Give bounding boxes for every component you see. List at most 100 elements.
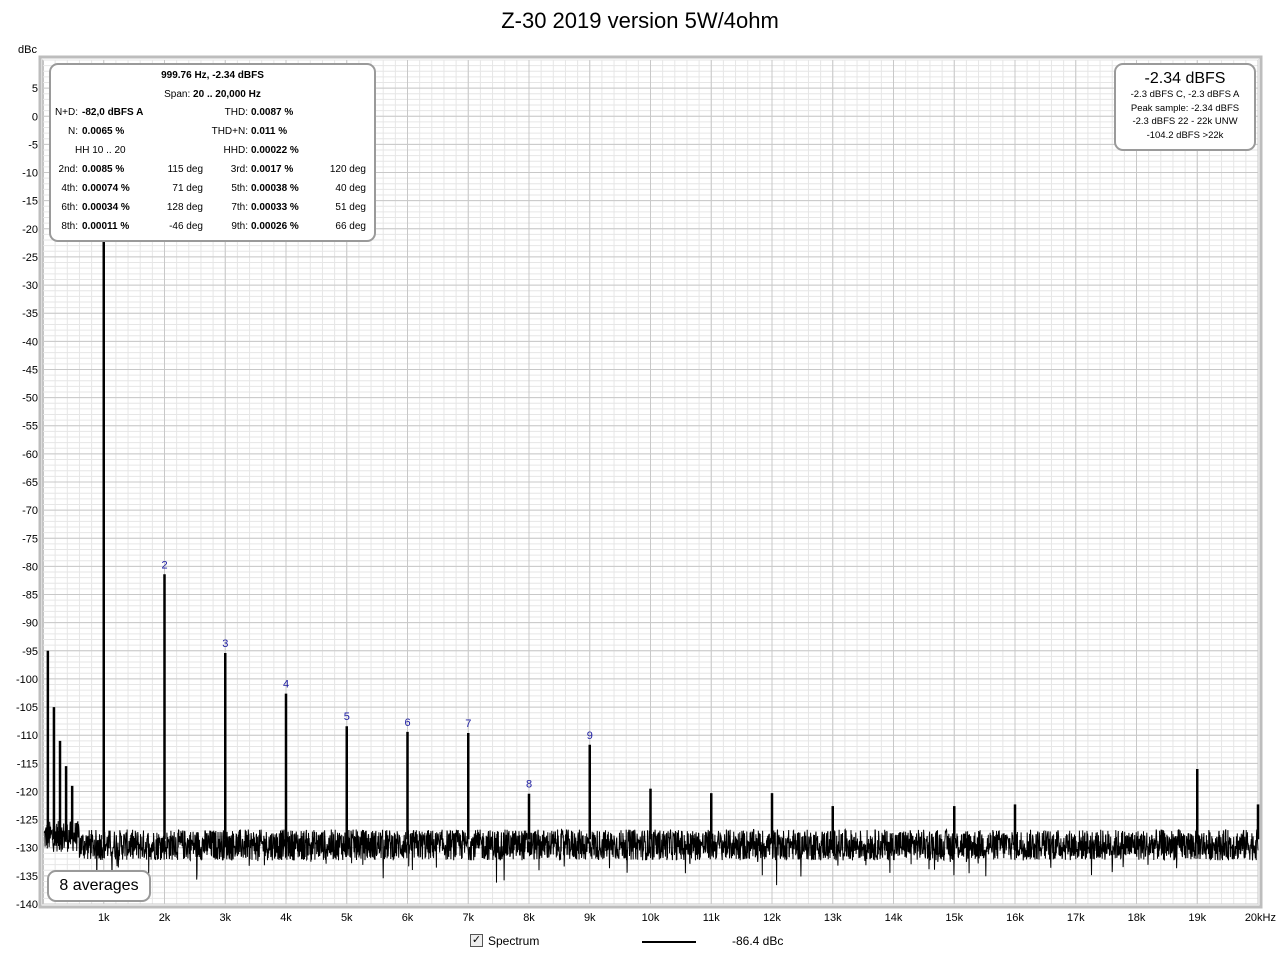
y-tick-label: 5	[32, 83, 38, 95]
legend: ✓ Spectrum -86.4 dBc	[470, 932, 870, 952]
x-tick-label: 12k	[763, 912, 781, 924]
x-tick-label: 4k	[280, 912, 292, 924]
y-tick-label: -120	[16, 786, 38, 798]
harmonic-marker-label: 6	[404, 717, 410, 729]
harmonic-value: 0.0017 %	[251, 164, 294, 175]
harmonic-marker-label: 2	[161, 559, 167, 571]
y-tick-label: -50	[22, 393, 38, 405]
harmonic-marker-label: 4	[283, 679, 289, 691]
x-tick-label: 5k	[341, 912, 353, 924]
harmonic-row: 2nd: 0.0085 % 115 deg 3rd: 0.0017 % 120 deg	[51, 164, 374, 183]
fundamental-readout: 999.76 Hz, -2.34 dBFS	[161, 70, 264, 81]
y-tick-label: -95	[22, 646, 38, 658]
measurement-info-box[interactable]: 999.76 Hz, -2.34 dBFS Span: 20 .. 20,000…	[49, 63, 376, 242]
x-tick-label: 10k	[642, 912, 660, 924]
harmonic-phase: 71 deg	[172, 183, 203, 194]
y-tick-label: -10	[22, 168, 38, 180]
y-tick-label: -115	[17, 758, 38, 770]
harmonic-value: 0.00033 %	[251, 202, 299, 213]
harmonic-marker-label: 5	[344, 711, 350, 723]
harmonic-marker-label: 9	[587, 730, 593, 742]
harmonic-value: 0.00074 %	[82, 183, 130, 194]
info-value: 0.011 %	[251, 126, 288, 137]
info-row: N+D: -82,0 dBFS A THD: 0.0087 %	[51, 107, 374, 126]
harmonic-marker-label: 7	[465, 718, 471, 730]
x-tick-label: 9k	[584, 912, 596, 924]
harmonic-phase: 120 deg	[329, 164, 366, 175]
harmonic-label: 4th:	[61, 183, 78, 194]
legend-line-swatch	[642, 941, 696, 943]
y-tick-label: -110	[17, 730, 38, 742]
info-label: N+D:	[54, 107, 78, 118]
info-row: HH 10 .. 20 HHD: 0.00022 %	[51, 145, 374, 164]
harmonic-value: 0.00034 %	[82, 202, 130, 213]
harmonic-value: 0.00038 %	[251, 183, 299, 194]
x-tick-label: 7k	[462, 912, 474, 924]
harmonic-marker-label: 3	[222, 638, 228, 650]
x-tick-label: 6k	[402, 912, 414, 924]
x-tick-label: 18k	[1128, 912, 1146, 924]
info-value: 0.00022 %	[251, 145, 299, 156]
info-value: 0.0065 %	[82, 126, 125, 137]
harmonic-label: 8th:	[61, 221, 78, 232]
x-tick-label: 19k	[1188, 912, 1206, 924]
harmonic-phase: 40 deg	[335, 183, 366, 194]
legend-label[interactable]: Spectrum	[488, 934, 539, 948]
x-tick-label: 17k	[1067, 912, 1085, 924]
y-tick-label: 0	[32, 111, 38, 123]
y-tick-label: -135	[16, 871, 38, 883]
harmonic-value: 0.00026 %	[251, 221, 299, 232]
y-tick-label: -85	[22, 590, 38, 602]
x-tick-label: 16k	[1006, 912, 1024, 924]
x-tick-label: 3k	[219, 912, 231, 924]
info-label: HHD:	[223, 145, 248, 156]
harmonic-row: 6th: 0.00034 % 128 deg 7th: 0.00033 % 51 deg	[51, 202, 374, 221]
span-value: 20 .. 20,000 Hz	[193, 89, 261, 100]
harmonic-phase: 51 deg	[335, 202, 366, 213]
y-tick-label: -35	[22, 308, 38, 320]
span-label: Span:	[164, 89, 191, 100]
y-tick-label: -60	[22, 449, 38, 461]
y-tick-label: -40	[22, 336, 38, 348]
x-tick-label: 15k	[945, 912, 963, 924]
x-tick-label: 13k	[824, 912, 842, 924]
y-tick-label: -90	[22, 618, 38, 630]
level-readout-box[interactable]: -2.34 dBFS -2.3 dBFS C, -2.3 dBFS A Peak…	[1114, 63, 1256, 151]
x-tick-label: 20kHz	[1245, 912, 1276, 924]
info-label: N:	[68, 126, 78, 137]
harmonic-phase: 128 deg	[166, 202, 203, 213]
harmonic-label: 3rd:	[230, 164, 248, 175]
harmonic-phase: -46 deg	[169, 221, 203, 232]
harmonic-label: 6th:	[61, 202, 78, 213]
spectrum-checkbox[interactable]: ✓	[470, 934, 483, 947]
harmonic-label: 9th:	[231, 221, 248, 232]
harmonic-phase: 66 deg	[335, 221, 366, 232]
info-row: N: 0.0065 % THD+N: 0.011 %	[51, 126, 374, 145]
y-tick-label: -65	[22, 477, 38, 489]
x-tick-label: 1k	[98, 912, 110, 924]
level-main: -2.34 dBFS	[1144, 70, 1226, 87]
averages-badge[interactable]: 8 averages	[47, 870, 151, 902]
level-line: -104.2 dBFS >22k	[1146, 129, 1224, 141]
info-label: THD:	[224, 107, 248, 118]
y-tick-label: -25	[22, 252, 38, 264]
harmonic-value: 0.0085 %	[82, 164, 125, 175]
y-tick-label: -30	[22, 280, 38, 292]
y-tick-label: -20	[22, 224, 38, 236]
span-readout: Span: 20 .. 20,000 Hz	[51, 89, 374, 100]
harmonic-label: 5th:	[231, 183, 248, 194]
harmonic-label: 7th:	[231, 202, 248, 213]
x-tick-label: 14k	[885, 912, 903, 924]
y-tick-label: -100	[16, 674, 38, 686]
y-tick-label: -45	[22, 364, 38, 376]
harmonic-row: 8th: 0.00011 % -46 deg 9th: 0.00026 % 66 deg	[51, 221, 374, 240]
x-tick-label: 8k	[523, 912, 535, 924]
level-line: -2.3 dBFS C, -2.3 dBFS A	[1130, 89, 1240, 100]
info-label: THD+N:	[211, 126, 248, 137]
harmonic-value: 0.00011 %	[82, 221, 130, 232]
x-tick-label: 11k	[703, 912, 720, 924]
x-tick-label: 2k	[159, 912, 171, 924]
harmonic-label: 2nd:	[58, 164, 78, 175]
info-label: HH 10 .. 20	[75, 145, 126, 156]
harmonic-row: 4th: 0.00074 % 71 deg 5th: 0.00038 % 40 deg	[51, 183, 374, 202]
